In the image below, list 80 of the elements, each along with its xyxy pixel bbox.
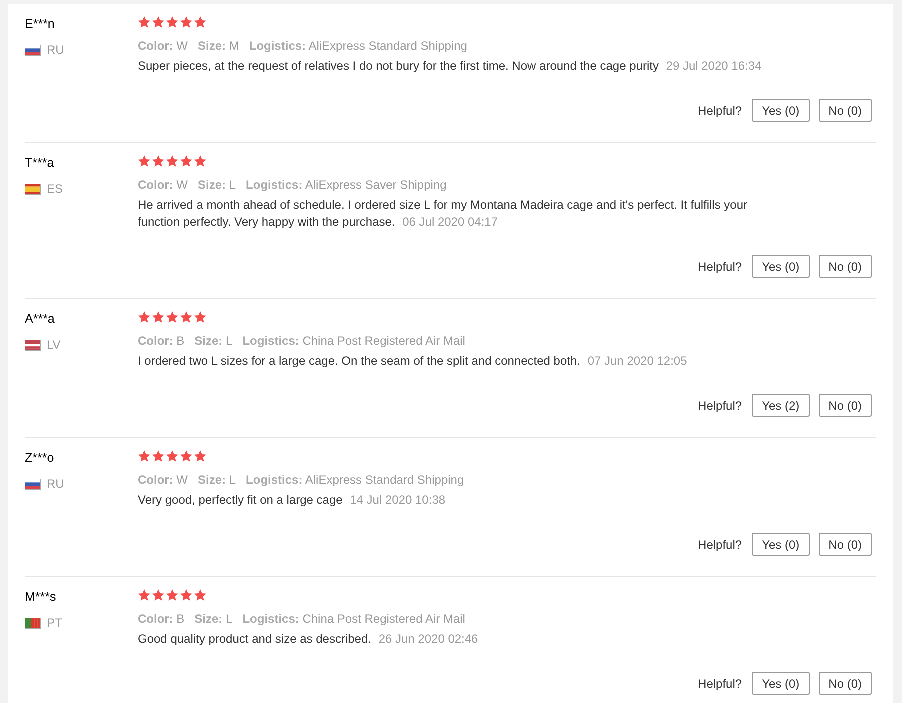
no-button[interactable]: No (0) bbox=[818, 672, 872, 695]
yes-button[interactable]: Yes (0) bbox=[752, 255, 810, 278]
star-icon bbox=[194, 16, 207, 29]
logistics-field: Logistics: AliExpress Standard Shipping bbox=[246, 473, 464, 487]
logistics-field: Logistics: AliExpress Standard Shipping bbox=[249, 39, 468, 53]
star-icon bbox=[180, 450, 193, 463]
no-button[interactable]: No (0) bbox=[818, 533, 872, 556]
helpful-label: Helpful? bbox=[698, 676, 742, 690]
country-code: PT bbox=[47, 616, 62, 630]
reviewer-name: T***a bbox=[25, 156, 54, 170]
review-text: I ordered two L sizes for a large cage. On the seam of the split and connected both. 07 Jun 2020 12:05 bbox=[138, 353, 688, 370]
reviewer-name: M***s bbox=[25, 590, 56, 604]
star-icon bbox=[138, 589, 151, 602]
logistics-field: Logistics: AliExpress Saver Shipping bbox=[246, 178, 447, 192]
color-field: Color: W bbox=[138, 39, 188, 53]
star-icon bbox=[166, 16, 179, 29]
star-icon bbox=[194, 589, 207, 602]
country-code: RU bbox=[47, 477, 64, 491]
star-icon bbox=[194, 155, 207, 168]
yes-button[interactable]: Yes (2) bbox=[752, 394, 810, 417]
size-field: Size: L bbox=[194, 612, 233, 626]
star-icon bbox=[138, 311, 151, 324]
star-icon bbox=[166, 155, 179, 168]
no-button[interactable]: No (0) bbox=[818, 394, 872, 417]
country-code: RU bbox=[47, 43, 64, 57]
helpful-label: Helpful? bbox=[698, 538, 742, 552]
star-icon bbox=[152, 589, 165, 602]
star-icon bbox=[152, 16, 165, 29]
star-icon bbox=[138, 450, 151, 463]
no-button[interactable]: No (0) bbox=[818, 99, 872, 122]
review-date: 06 Jul 2020 04:17 bbox=[402, 215, 498, 229]
review-date: 29 Jul 2020 16:34 bbox=[666, 59, 762, 73]
helpful-label: Helpful? bbox=[698, 104, 742, 118]
flag-icon bbox=[25, 184, 41, 194]
star-icon bbox=[138, 155, 151, 168]
reviewer-name: Z***o bbox=[25, 451, 54, 465]
review-text: Very good, perfectly fit on a large cage 14 Jul 2020 10:38 bbox=[138, 492, 447, 509]
star-icon bbox=[180, 589, 193, 602]
color-field: Color: W bbox=[138, 178, 188, 192]
color-field: Color: W bbox=[138, 473, 188, 487]
reviewer-name: A***a bbox=[25, 312, 55, 326]
yes-button[interactable]: Yes (0) bbox=[752, 533, 810, 556]
star-icon bbox=[152, 311, 165, 324]
size-field: Size: L bbox=[198, 473, 236, 487]
country-code: LV bbox=[47, 338, 61, 352]
yes-button[interactable]: Yes (0) bbox=[752, 99, 810, 122]
review-text: He arrived a month ahead of schedule. I ordered size L for my Montana Madeira cage and it's perfect. It fulfills your function perfectly. Very happy with the purchase. 06 Jul 2020 04:17 bbox=[138, 197, 748, 231]
review-text: Super pieces, at the request of relatives I do not bury for the first time. Now around the cage purity 29 Jul 2020 16:34 bbox=[138, 58, 763, 75]
star-icon bbox=[166, 450, 179, 463]
size-field: Size: L bbox=[194, 334, 233, 348]
reviewer-name: E***n bbox=[25, 17, 55, 31]
logistics-field: Logistics: China Post Registered Air Mail bbox=[242, 612, 466, 626]
flag-icon bbox=[25, 478, 41, 490]
star-icon bbox=[166, 311, 179, 324]
size-field: Size: M bbox=[198, 39, 240, 53]
flag-icon bbox=[25, 618, 41, 628]
star-icon bbox=[152, 155, 165, 168]
review-date: 14 Jul 2020 10:38 bbox=[350, 493, 446, 507]
color-field: Color: B bbox=[138, 612, 185, 626]
star-icon bbox=[180, 155, 193, 168]
review-date: 26 Jun 2020 02:46 bbox=[378, 632, 478, 646]
star-icon bbox=[138, 16, 151, 29]
logistics-field: Logistics: China Post Registered Air Mail bbox=[242, 334, 466, 348]
review-date: 07 Jun 2020 12:05 bbox=[588, 354, 688, 368]
star-icon bbox=[180, 311, 193, 324]
review-text: Good quality product and size as described. 26 Jun 2020 02:46 bbox=[138, 631, 480, 648]
star-icon bbox=[194, 450, 207, 463]
yes-button[interactable]: Yes (0) bbox=[752, 672, 810, 695]
star-icon bbox=[194, 311, 207, 324]
flag-icon bbox=[25, 44, 41, 56]
size-field: Size: L bbox=[198, 178, 236, 192]
color-field: Color: B bbox=[138, 334, 185, 348]
flag-icon bbox=[25, 340, 41, 350]
helpful-label: Helpful? bbox=[698, 260, 742, 274]
country-code: ES bbox=[47, 182, 64, 196]
helpful-label: Helpful? bbox=[698, 398, 742, 412]
star-icon bbox=[180, 16, 193, 29]
star-icon bbox=[166, 589, 179, 602]
star-icon bbox=[152, 450, 165, 463]
no-button[interactable]: No (0) bbox=[818, 255, 872, 278]
